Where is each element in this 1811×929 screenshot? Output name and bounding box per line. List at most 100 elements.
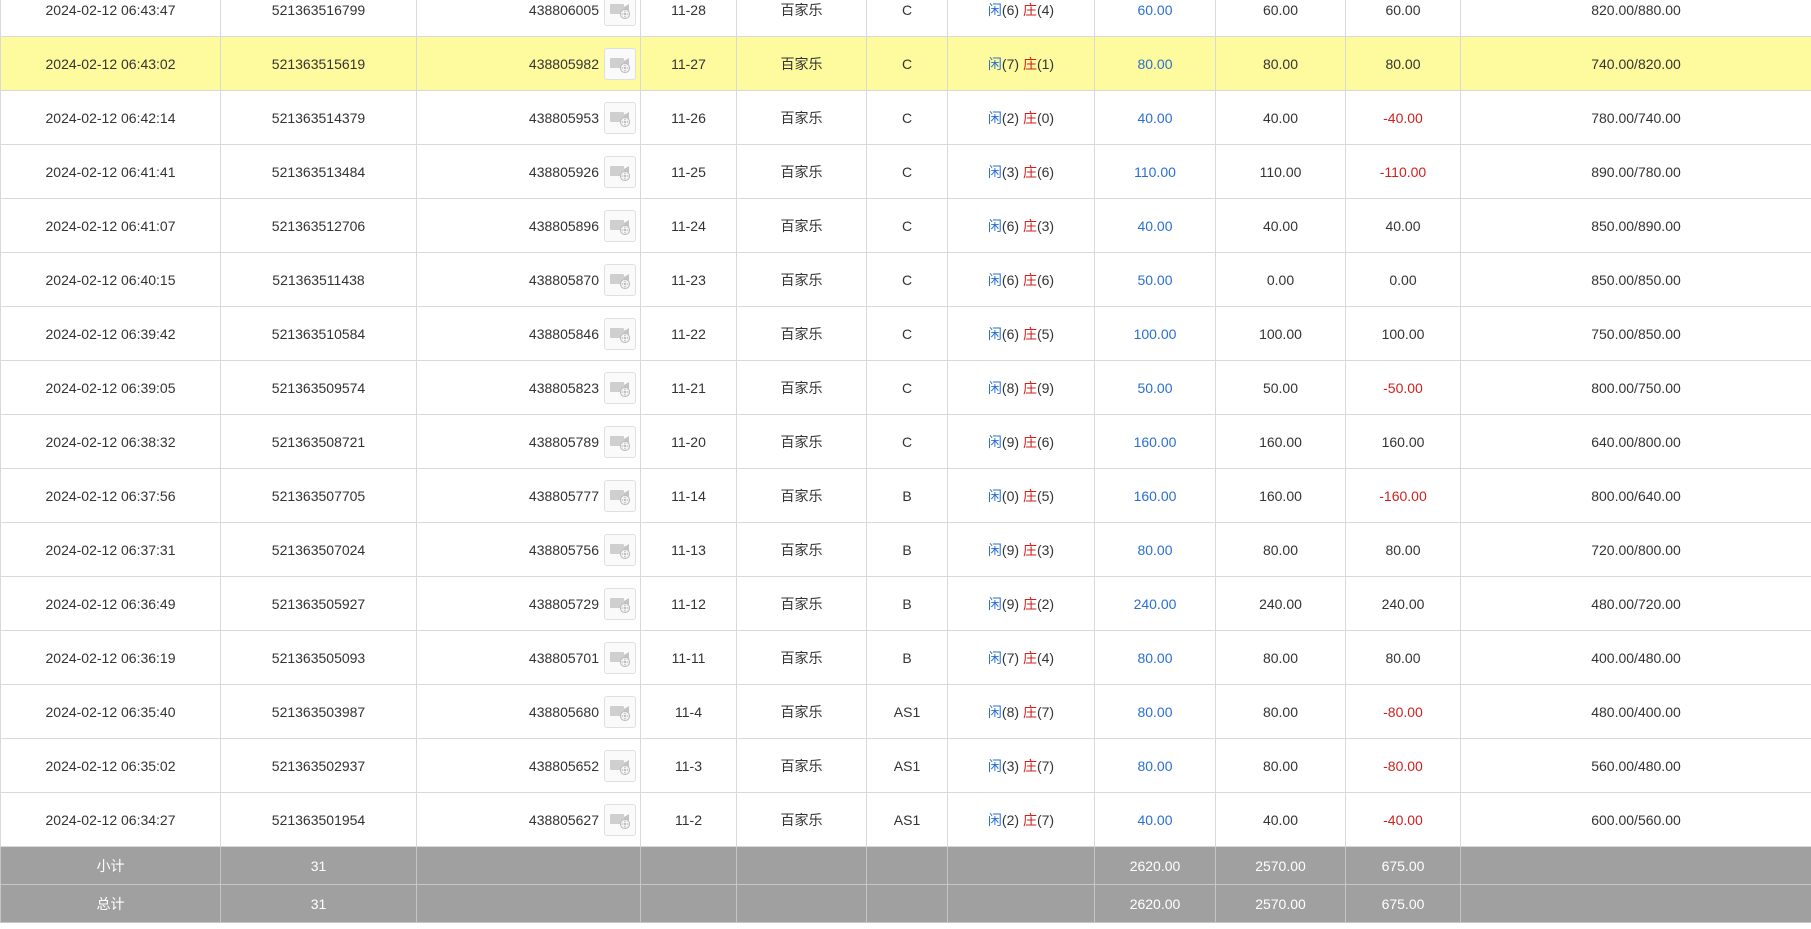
- video-replay-icon[interactable]: [604, 371, 636, 404]
- player-score: (9): [1001, 541, 1020, 558]
- bet-time: 2024-02-12 06:38:32: [0, 414, 221, 469]
- video-replay-icon[interactable]: [604, 317, 636, 350]
- table-name: C: [866, 144, 948, 199]
- video-replay-icon[interactable]: [604, 47, 636, 80]
- banker-label: 庄: [1022, 271, 1037, 288]
- win-loss: 60.00: [1345, 0, 1461, 37]
- table-name: AS1: [866, 792, 948, 847]
- video-replay-icon[interactable]: [604, 0, 636, 26]
- order-number: 438805953: [528, 109, 599, 126]
- player-label: 闲: [987, 811, 1002, 828]
- balance-before-after: 640.00/800.00: [1460, 414, 1811, 469]
- balance-before-after: 560.00/480.00: [1460, 738, 1811, 793]
- banker-score: (3): [1036, 217, 1055, 234]
- order-number: 438805729: [528, 595, 599, 612]
- order-cell: 438805627: [416, 792, 641, 847]
- valid-amount: 40.00: [1215, 90, 1346, 145]
- video-replay-icon[interactable]: [604, 101, 636, 134]
- order-number: 438805896: [528, 217, 599, 234]
- table-name: C: [866, 360, 948, 415]
- order-number: 438805982: [528, 55, 599, 72]
- bet-time: 2024-02-12 06:37:31: [0, 522, 221, 577]
- valid-amount: 50.00: [1215, 360, 1346, 415]
- table-name: B: [866, 522, 948, 577]
- balance-before-after: 780.00/740.00: [1460, 90, 1811, 145]
- bet-id: 521363505093: [220, 630, 417, 685]
- bet-id: 521363514379: [220, 90, 417, 145]
- video-replay-icon[interactable]: [604, 155, 636, 188]
- table-body: 2024-02-12 06:43:47 521363516799 4388060…: [0, 0, 1811, 847]
- order-cell: 438805729: [416, 576, 641, 631]
- game-name: 百家乐: [736, 792, 867, 847]
- order-number: 438805777: [528, 487, 599, 504]
- bet-time: 2024-02-12 06:43:02: [0, 36, 221, 91]
- player-label: 闲: [987, 55, 1002, 72]
- total-bet-amount: 2620.00: [1094, 884, 1216, 923]
- order-number: 438805870: [528, 271, 599, 288]
- banker-score: (6): [1036, 433, 1055, 450]
- bet-time: 2024-02-12 06:39:42: [0, 306, 221, 361]
- table-row: 2024-02-12 06:37:31 521363507024 4388057…: [0, 522, 1811, 577]
- order-cell: 438805896: [416, 198, 641, 253]
- bet-amount: 110.00: [1094, 144, 1216, 199]
- player-score: (6): [1001, 271, 1020, 288]
- bet-time: 2024-02-12 06:42:14: [0, 90, 221, 145]
- balance-before-after: 480.00/400.00: [1460, 684, 1811, 739]
- bet-id: 521363512706: [220, 198, 417, 253]
- order-number: 438805756: [528, 541, 599, 558]
- bet-time: 2024-02-12 06:35:02: [0, 738, 221, 793]
- table-row: 2024-02-12 06:41:41 521363513484 4388059…: [0, 144, 1811, 199]
- video-replay-icon[interactable]: [604, 749, 636, 782]
- bet-time: 2024-02-12 06:39:05: [0, 360, 221, 415]
- balance-before-after: 800.00/750.00: [1460, 360, 1811, 415]
- video-replay-icon[interactable]: [604, 803, 636, 836]
- banker-score: (6): [1036, 271, 1055, 288]
- video-replay-icon[interactable]: [604, 263, 636, 296]
- win-loss: 160.00: [1345, 414, 1461, 469]
- shoe-round: 11-12: [640, 576, 737, 631]
- valid-amount: 80.00: [1215, 738, 1346, 793]
- bet-amount: 80.00: [1094, 738, 1216, 793]
- bet-amount: 100.00: [1094, 306, 1216, 361]
- game-result: 闲(9) 庄(3): [947, 522, 1095, 577]
- table-name: C: [866, 306, 948, 361]
- win-loss: -160.00: [1345, 468, 1461, 523]
- video-replay-icon[interactable]: [604, 641, 636, 674]
- video-replay-icon[interactable]: [604, 533, 636, 566]
- order-number: 438805926: [528, 163, 599, 180]
- player-label: 闲: [987, 541, 1002, 558]
- bet-amount: 160.00: [1094, 468, 1216, 523]
- bet-id: 521363502937: [220, 738, 417, 793]
- game-name: 百家乐: [736, 468, 867, 523]
- balance-before-after: 750.00/850.00: [1460, 306, 1811, 361]
- order-cell: 438805846: [416, 306, 641, 361]
- game-name: 百家乐: [736, 0, 867, 37]
- valid-amount: 80.00: [1215, 36, 1346, 91]
- total-label: 总计: [0, 884, 221, 923]
- game-result: 闲(9) 庄(6): [947, 414, 1095, 469]
- game-name: 百家乐: [736, 198, 867, 253]
- win-loss: -40.00: [1345, 90, 1461, 145]
- video-replay-icon[interactable]: [604, 695, 636, 728]
- bet-time: 2024-02-12 06:36:49: [0, 576, 221, 631]
- bet-id: 521363503987: [220, 684, 417, 739]
- win-loss: 100.00: [1345, 306, 1461, 361]
- bet-amount: 50.00: [1094, 252, 1216, 307]
- subtotal-bet-amount: 2620.00: [1094, 846, 1216, 885]
- video-replay-icon[interactable]: [604, 587, 636, 620]
- total-count: 31: [220, 884, 417, 923]
- win-loss: -50.00: [1345, 360, 1461, 415]
- video-replay-icon[interactable]: [604, 425, 636, 458]
- order-number: 438805823: [528, 379, 599, 396]
- video-replay-icon[interactable]: [604, 479, 636, 512]
- banker-score: (5): [1036, 325, 1055, 342]
- player-label: 闲: [987, 271, 1002, 288]
- bet-time: 2024-02-12 06:37:56: [0, 468, 221, 523]
- game-name: 百家乐: [736, 360, 867, 415]
- table-row: 2024-02-12 06:37:56 521363507705 4388057…: [0, 468, 1811, 523]
- balance-before-after: 850.00/850.00: [1460, 252, 1811, 307]
- player-label: 闲: [987, 325, 1002, 342]
- video-replay-icon[interactable]: [604, 209, 636, 242]
- game-name: 百家乐: [736, 738, 867, 793]
- bet-id: 521363509574: [220, 360, 417, 415]
